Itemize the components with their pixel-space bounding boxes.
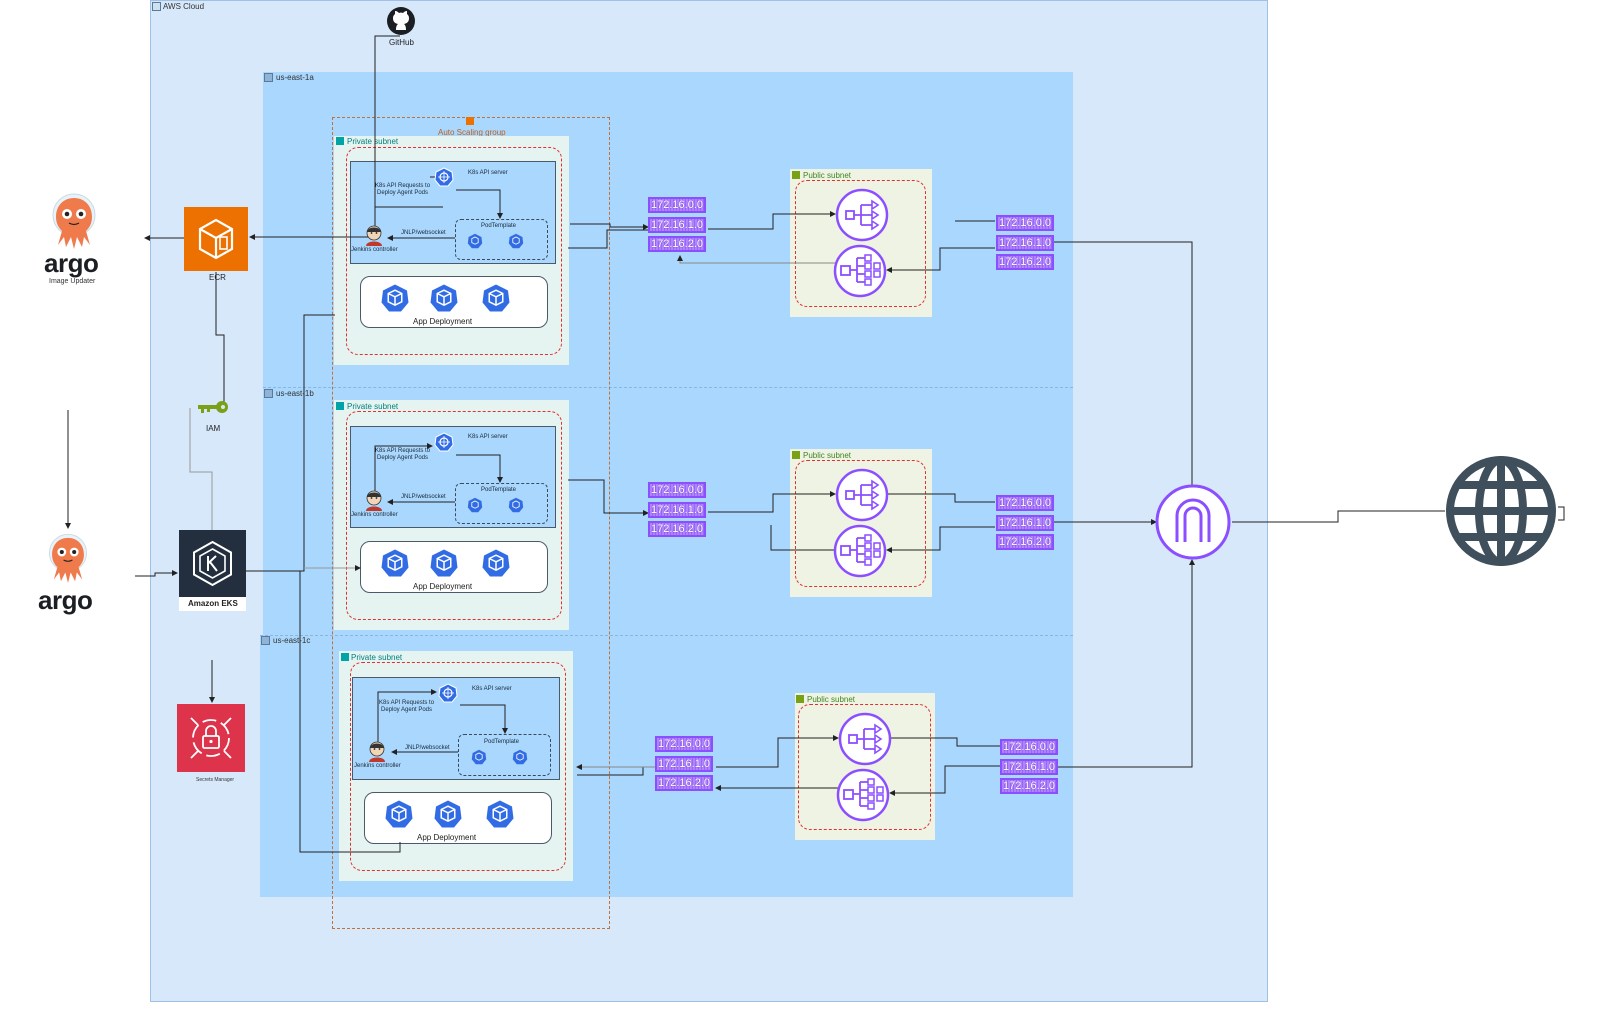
jnlp-label: JNLP/websocket <box>405 745 450 751</box>
pod-icon <box>467 233 483 249</box>
cidr-entry: 172.16.1.0 <box>655 755 713 772</box>
cidr-entry: 172.16.0.0 <box>648 197 706 213</box>
cidr-entry: 172.16.0.0 <box>648 482 706 498</box>
pod-icon <box>467 497 483 513</box>
app-deployment-label: App Deployment <box>413 317 473 326</box>
pod-icon <box>508 233 524 249</box>
secrets-manager-label: Secrets Manager <box>196 777 235 783</box>
iam-key-icon <box>198 401 228 413</box>
pod-template-label: PodTemplate <box>481 487 517 493</box>
pod-icon <box>508 497 524 513</box>
pod-icon <box>471 749 487 765</box>
internet-gateway-icon <box>1155 484 1231 560</box>
route-table-cidrs-c-public: 172.16.0.0 172.16.1.0 172.16.2.0 <box>1000 739 1058 798</box>
cidr-entry: 172.16.1.0 <box>648 216 706 233</box>
route-table-cidrs-b-private: 172.16.0.0 172.16.1.0 172.16.2.0 <box>648 482 706 541</box>
app-pod-icon <box>486 800 514 828</box>
k8s-api-label: K8s API server <box>468 434 508 440</box>
ecr-icon <box>184 207 248 271</box>
connector-lines <box>65 35 1565 853</box>
k8s-api-label: K8s API server <box>468 170 508 176</box>
secrets-manager-icon <box>177 704 245 772</box>
cidr-entry: 172.16.1.0 <box>996 234 1054 251</box>
application-load-balancer-icon <box>833 244 887 298</box>
argo-cd-logo-icon <box>48 533 88 583</box>
app-deployment-label: App Deployment <box>413 582 473 591</box>
internet-globe-icon <box>1446 456 1556 566</box>
k8s-api-label: K8s API server <box>472 686 512 692</box>
app-pod-icon <box>434 800 462 828</box>
cidr-entry: 172.16.2.0 <box>648 236 706 252</box>
cidr-entry: 172.16.0.0 <box>655 736 713 752</box>
jnlp-label: JNLP/websocket <box>401 230 446 236</box>
jenkins-icon <box>366 225 382 246</box>
network-load-balancer-icon <box>835 468 889 522</box>
agent-pod-requests-label: K8s API Requests to Deploy Agent Pods <box>379 700 435 713</box>
cidr-entry: 172.16.0.0 <box>996 215 1054 231</box>
pod-icon <box>512 749 528 765</box>
k8s-api-server-icon <box>434 432 454 452</box>
application-load-balancer-icon <box>833 524 887 578</box>
cidr-entry: 172.16.1.0 <box>648 501 706 518</box>
k8s-api-server-icon <box>438 683 458 703</box>
amazon-eks-icon <box>179 530 246 597</box>
cidr-entry: 172.16.0.0 <box>1000 739 1058 755</box>
network-load-balancer-icon <box>838 712 892 766</box>
cidr-entry: 172.16.0.0 <box>996 495 1054 511</box>
app-pod-icon <box>430 549 458 577</box>
image-updater-label: Image Updater <box>49 278 96 285</box>
pod-template-label: PodTemplate <box>484 739 520 745</box>
jenkins-icon <box>366 490 382 511</box>
route-table-cidrs-b-public: 172.16.0.0 172.16.1.0 172.16.2.0 <box>996 495 1054 554</box>
argo-wordmark: argo <box>38 585 93 615</box>
jenkins-icon <box>369 741 385 762</box>
route-table-cidrs-a-private: 172.16.0.0 172.16.1.0 172.16.2.0 <box>648 197 706 256</box>
cidr-entry: 172.16.1.0 <box>996 514 1054 531</box>
route-table-cidrs-c-private: 172.16.0.0 172.16.1.0 172.16.2.0 <box>655 736 713 795</box>
jenkins-label: Jenkins controller <box>354 763 401 769</box>
cidr-entry: 172.16.2.0 <box>648 521 706 537</box>
jenkins-label: Jenkins controller <box>351 247 398 253</box>
argo-wordmark: argo <box>44 248 99 278</box>
eks-label: Amazon EKS <box>188 599 238 608</box>
cidr-entry: 172.16.2.0 <box>655 775 713 791</box>
app-pod-icon <box>381 284 409 312</box>
agent-pod-requests-label: K8s API Requests to Deploy Agent Pods <box>375 183 431 196</box>
app-pod-icon <box>482 284 510 312</box>
app-pod-icon <box>430 284 458 312</box>
k8s-api-server-icon <box>434 167 454 187</box>
route-table-cidrs-a-public: 172.16.0.0 172.16.1.0 172.16.2.0 <box>996 215 1054 274</box>
cidr-entry: 172.16.1.0 <box>1000 758 1058 775</box>
network-load-balancer-icon <box>835 188 889 242</box>
app-pod-icon <box>381 549 409 577</box>
argo-image-updater-logo-icon <box>52 193 96 249</box>
app-pod-icon <box>482 549 510 577</box>
cidr-entry: 172.16.2.0 <box>996 254 1054 270</box>
cidr-entry: 172.16.2.0 <box>996 534 1054 550</box>
jnlp-label: JNLP/websocket <box>401 494 446 500</box>
github-label: GitHub <box>389 38 414 47</box>
github-icon <box>387 7 415 35</box>
pod-template-label: PodTemplate <box>481 223 517 229</box>
app-pod-icon <box>385 800 413 828</box>
app-deployment-label: App Deployment <box>417 833 477 842</box>
application-load-balancer-icon <box>836 768 890 822</box>
cidr-entry: 172.16.2.0 <box>1000 778 1058 794</box>
jenkins-label: Jenkins controller <box>351 512 398 518</box>
iam-label: IAM <box>206 424 221 433</box>
agent-pod-requests-label: K8s API Requests to Deploy Agent Pods <box>375 448 431 461</box>
ecr-label: ECR <box>209 273 226 282</box>
